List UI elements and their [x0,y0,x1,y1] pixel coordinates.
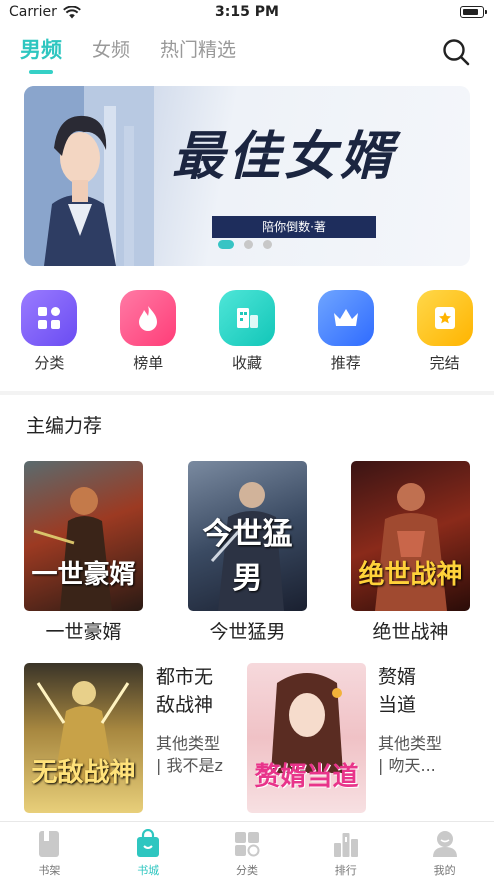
status-time: 3:15 PM [215,4,279,20]
book-title: 都市无 敌战神 [156,663,226,719]
book-name: 一世豪婿 [45,621,122,643]
shortcut-label: 推荐 [330,354,361,372]
book-title-line: 敌战神 [156,694,214,716]
tab-label: 分类 [235,864,258,877]
tab-profile[interactable]: 我的 [395,822,494,880]
book-cover[interactable]: 绝世战神 [351,461,470,611]
carousel-dot[interactable] [263,240,272,249]
tab-category[interactable]: 分类 [198,822,297,880]
book-card[interactable]: 今世猛男 今世猛男 [188,461,307,644]
crown-icon [317,290,374,346]
book-subtitle: 其他类型 | 我不是z [156,733,236,777]
book-star-icon [416,290,473,346]
book-name: 今世猛男 [209,621,286,643]
cover-title: 今世猛男 [202,517,293,596]
grid-icon [21,290,78,346]
shortcut-completed[interactable]: 完结 [395,290,494,373]
book-cover[interactable]: 无敌战神 [24,663,143,813]
section-title: 主编力荐 [26,415,103,437]
shortcut-ranking[interactable]: 榜单 [99,290,198,373]
tab-label: 排行 [334,864,357,877]
shortcut-label: 榜单 [133,354,164,372]
shortcut-recommend[interactable]: 推荐 [296,290,395,373]
cover-title: 赘婿当道 [254,762,359,792]
book-title: 赘婿 当道 [378,663,448,719]
category-shortcuts: 分类 榜单 收藏 推荐 完结 [0,290,494,373]
tab-label: 书架 [38,864,61,877]
tab-male[interactable]: 男频 [20,34,62,74]
battery-icon [460,6,487,18]
banner-character-illustration [24,86,154,266]
shortcut-label: 完结 [429,354,460,372]
book-info[interactable]: 都市无 敌战神 其他类型 | 我不是z [156,663,236,777]
bottom-tab-bar: 书架 书城 分类 排行 我的 [0,821,494,880]
book-cover[interactable]: 一世豪婿 [24,461,143,611]
book-subtitle-line: | 我不是z [156,756,223,775]
book-subtitle-line: 其他类型 [156,734,221,753]
book-info[interactable]: 赘婿 当道 其他类型 | 吻天... [378,663,458,777]
carousel-dot-active[interactable] [218,240,234,249]
cover-title: 一世豪婿 [31,560,136,590]
carousel-indicator [218,240,272,249]
book-card[interactable]: 绝世战神 绝世战神 [351,461,470,644]
category-grid-icon [234,832,260,857]
cover-art [36,681,130,783]
book-title-line: 赘婿 [378,666,417,688]
banner-title: 最佳女婿 [172,126,397,187]
tab-label: 书城 [137,864,160,877]
shortcut-category[interactable]: 分类 [0,290,99,373]
section-divider [0,391,494,395]
shortcut-label: 收藏 [231,354,262,372]
tab-hot-picks[interactable]: 热门精选 [160,34,236,74]
tab-bookshelf[interactable]: 书架 [0,822,99,880]
banner-author: 陪你倒数·著 [212,216,376,238]
tab-female[interactable]: 女频 [92,34,130,74]
book-cover[interactable]: 赘婿当道 [247,663,366,813]
bookshelf-icon [39,831,60,857]
shopping-bag-icon [137,829,160,857]
book-card[interactable]: 一世豪婿 一世豪婿 [24,461,143,644]
profile-icon [432,831,457,857]
tab-bookstore[interactable]: 书城 [99,822,198,880]
book-cover[interactable]: 今世猛男 [188,461,307,611]
flame-icon [120,290,177,346]
book-subtitle-line: 其他类型 [378,734,443,753]
tab-ranking[interactable]: 排行 [296,822,395,880]
book-card-horizontal[interactable]: 赘婿当道 [247,663,366,813]
book-title-line: 当道 [378,694,417,716]
search-icon[interactable] [442,38,470,66]
book-subtitle: 其他类型 | 吻天... [378,733,458,777]
shortcut-label: 分类 [34,354,65,372]
carousel-dot[interactable] [244,240,253,249]
promo-banner[interactable]: 最佳女婿 陪你倒数·著 [24,86,470,266]
book-title-line: 都市无 [156,666,214,688]
cover-title: 无敌战神 [31,758,136,788]
book-card-horizontal[interactable]: 无敌战神 [24,663,143,813]
cover-title: 绝世战神 [358,560,463,590]
ranking-icon [333,833,358,857]
building-icon [218,290,275,346]
book-name: 绝世战神 [372,621,449,643]
status-bar: Carrier 3:15 PM [0,0,494,26]
book-subtitle-line: | 吻天... [378,756,436,775]
top-tabs: 男频 女频 热门精选 [20,34,266,78]
shortcut-collection[interactable]: 收藏 [198,290,297,373]
tab-label: 我的 [433,864,456,877]
